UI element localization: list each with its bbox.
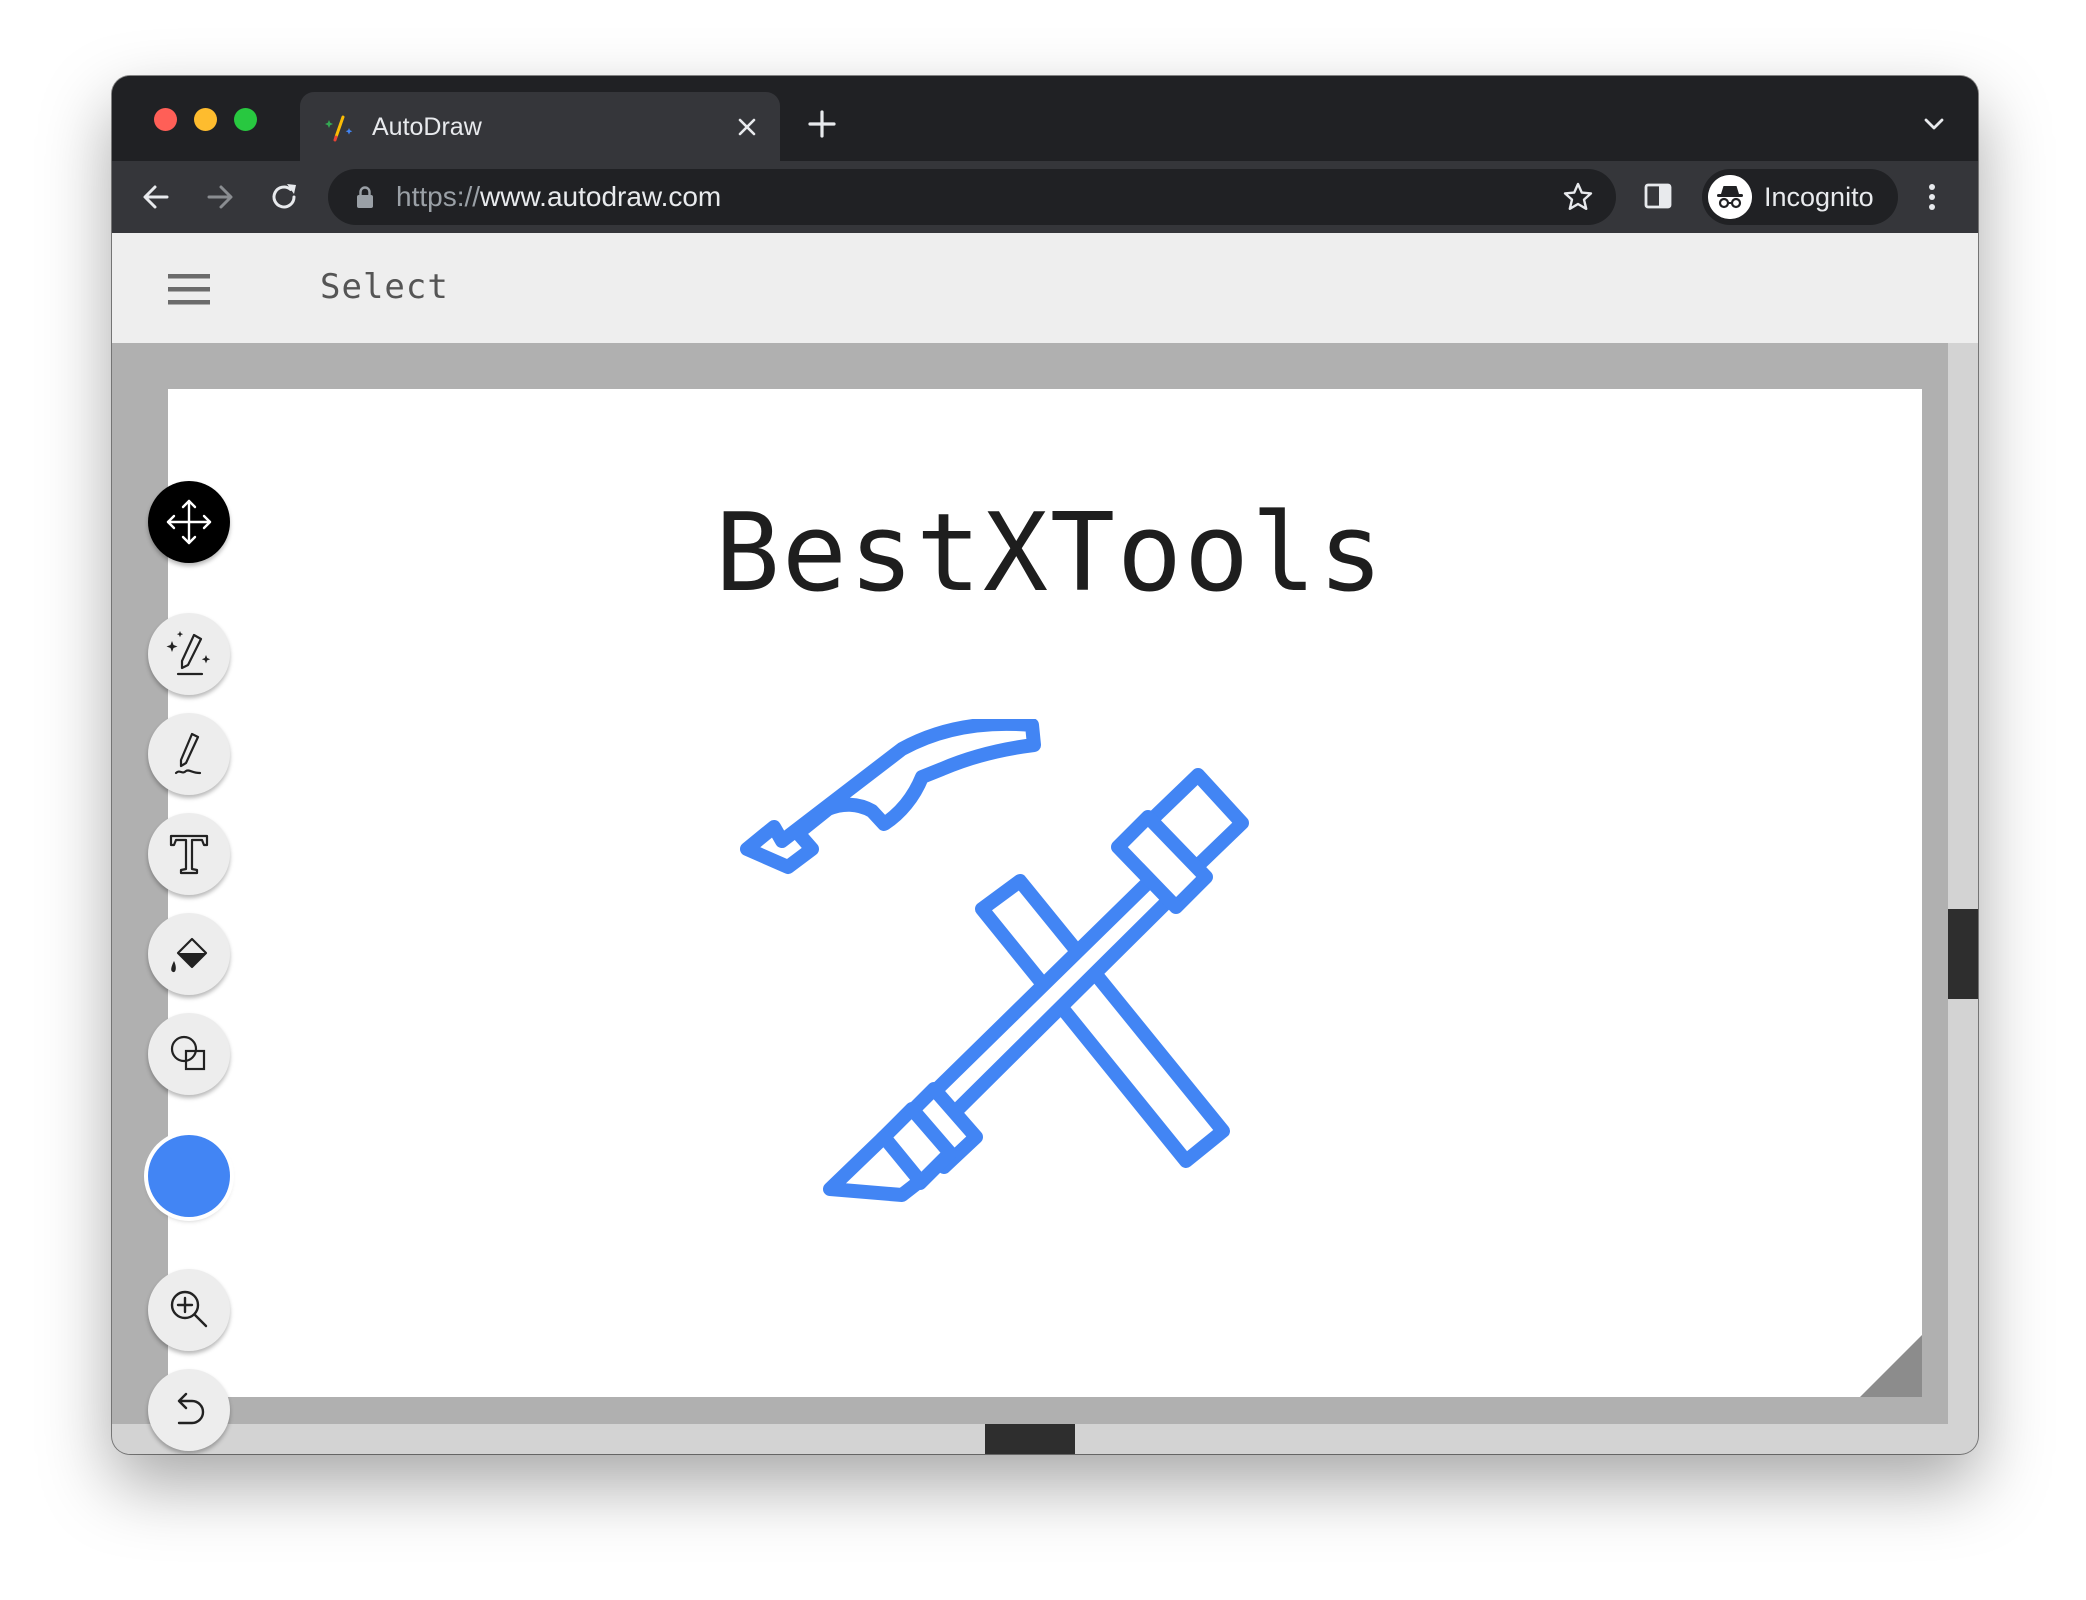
new-tab-icon[interactable] [804, 106, 840, 142]
paint-bucket-icon [171, 937, 208, 973]
url-text: https://www.autodraw.com [396, 181, 722, 212]
shape-tool-button[interactable] [148, 1013, 230, 1095]
color-picker-button[interactable] [148, 1135, 230, 1217]
autodraw-tool-button[interactable] [148, 613, 230, 695]
lock-icon [357, 186, 373, 208]
undo-button[interactable] [148, 1369, 230, 1451]
bookmark-star-icon[interactable] [1562, 181, 1594, 213]
undo-icon [177, 1392, 205, 1425]
chevron-down-icon[interactable] [1920, 110, 1948, 138]
hamburger-menu-icon[interactable] [166, 269, 212, 309]
autodraw-page: Select BestXTools [112, 233, 1978, 1454]
zoom-tool-button[interactable] [148, 1269, 230, 1351]
pencil-icon [174, 732, 202, 775]
type-tool-button[interactable] [148, 813, 230, 895]
hammer-and-pen-icon[interactable] [722, 719, 1322, 1219]
forward-arrow-icon[interactable] [202, 179, 238, 215]
zoom-in-icon [170, 1290, 208, 1328]
tab-title: AutoDraw [372, 113, 482, 141]
address-bar[interactable]: https://www.autodraw.com [328, 169, 1616, 225]
reload-icon[interactable] [266, 179, 302, 215]
incognito-profile-button[interactable]: Incognito [1702, 169, 1898, 225]
shapes-icon [170, 1035, 206, 1071]
tab-strip: AutoDraw [112, 76, 1978, 161]
side-panel-icon[interactable] [1642, 180, 1674, 212]
browser-toolbar: https://www.autodraw.com Incognito [112, 161, 1978, 233]
tab-autodraw[interactable]: AutoDraw [300, 92, 780, 161]
vertical-scroll-thumb[interactable] [1948, 909, 1978, 999]
vertical-scrollbar[interactable] [1948, 343, 1978, 1454]
move-arrows-icon [166, 499, 212, 545]
maximize-window-button[interactable] [234, 108, 257, 131]
incognito-label: Incognito [1764, 182, 1874, 212]
more-options-icon[interactable] [1920, 179, 1944, 215]
draw-tool-button[interactable] [148, 713, 230, 795]
select-tool-button[interactable] [148, 481, 230, 563]
canvas-text-bestxtools[interactable]: BestXTools [168, 489, 1922, 619]
mode-label: Select [320, 267, 449, 307]
app-header: Select [112, 233, 1978, 343]
text-t-icon [169, 834, 209, 875]
drawing-canvas[interactable]: BestXTools [168, 389, 1922, 1397]
minimize-window-button[interactable] [194, 108, 217, 131]
horizontal-scroll-thumb[interactable] [985, 1424, 1075, 1454]
back-arrow-icon[interactable] [138, 179, 174, 215]
magic-pencil-icon [166, 631, 211, 676]
browser-window: AutoDraw https://www.autodraw.com Incogn… [112, 76, 1978, 1454]
incognito-icon [1708, 175, 1752, 219]
autodraw-favicon-icon [325, 115, 353, 142]
fill-tool-button[interactable] [148, 913, 230, 995]
close-window-button[interactable] [154, 108, 177, 131]
canvas-resize-handle[interactable] [1860, 1335, 1922, 1397]
close-tab-icon[interactable] [732, 112, 762, 142]
